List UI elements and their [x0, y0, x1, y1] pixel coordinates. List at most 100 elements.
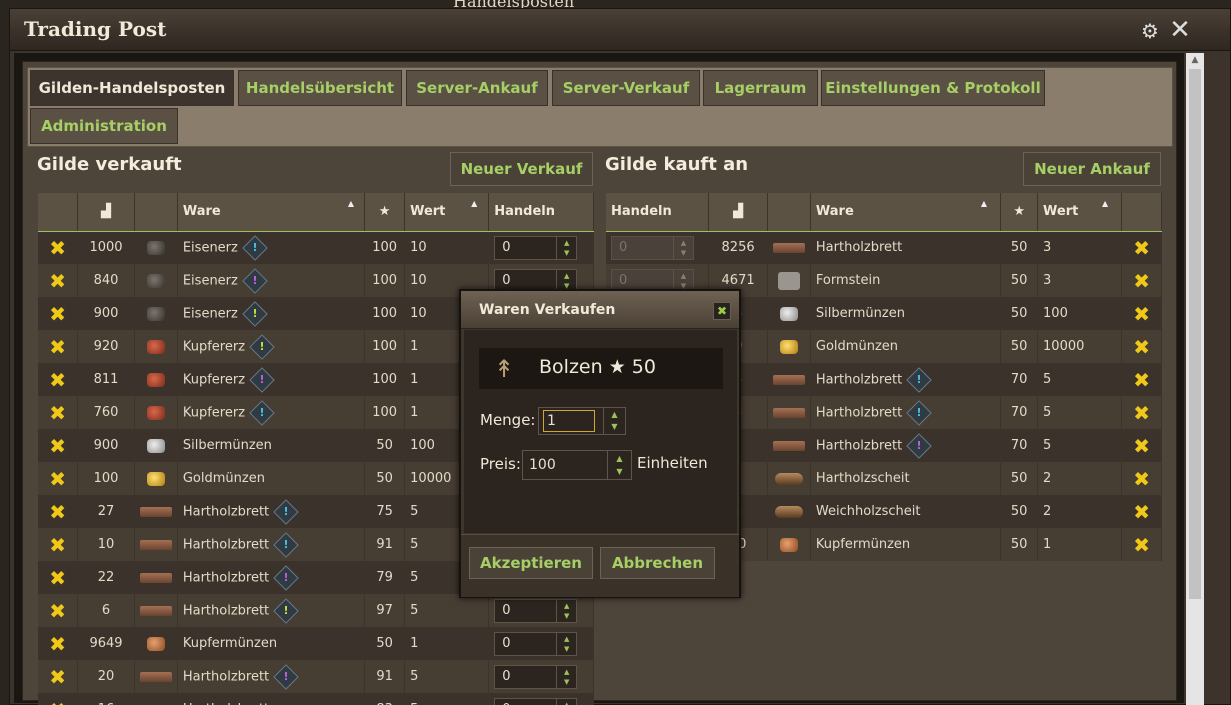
- remove-cell[interactable]: ✖: [38, 660, 79, 693]
- price-stepper[interactable]: 100 ▲ ▼: [522, 450, 632, 480]
- remove-x-icon[interactable]: ✖: [1127, 269, 1156, 293]
- trade-input[interactable]: 0: [619, 240, 627, 255]
- trade-stepper[interactable]: 0 ▲▼: [494, 697, 578, 705]
- remove-cell[interactable]: ✖: [38, 528, 79, 561]
- remove-x-icon[interactable]: ✖: [43, 500, 72, 524]
- remove-cell[interactable]: ✖: [38, 495, 79, 528]
- remove-x-icon[interactable]: ✖: [1127, 368, 1156, 392]
- trade-input[interactable]: 0: [502, 273, 510, 288]
- settings-icon[interactable]: ⚙: [1138, 19, 1162, 43]
- col-qty[interactable]: ▟: [77, 193, 135, 232]
- tab-server-ankauf[interactable]: Server-Ankauf: [406, 70, 548, 106]
- tab-administration[interactable]: Administration: [30, 108, 178, 144]
- remove-cell[interactable]: ✖: [38, 462, 79, 495]
- col-qty[interactable]: ▟: [708, 193, 768, 232]
- remove-x-icon[interactable]: ✖: [43, 368, 72, 392]
- col-wert[interactable]: Wert ▲: [1037, 193, 1123, 232]
- scroll-up-icon[interactable]: ▲: [1186, 55, 1204, 67]
- tab-einstellungen-protokoll[interactable]: Einstellungen & Protokoll: [821, 70, 1045, 106]
- remove-x-icon[interactable]: ✖: [1127, 533, 1156, 557]
- remove-x-icon[interactable]: ✖: [1127, 500, 1156, 524]
- trade-input[interactable]: 0: [502, 702, 510, 705]
- trade-input[interactable]: 0: [502, 636, 510, 651]
- remove-cell[interactable]: ✖: [1121, 363, 1162, 396]
- remove-x-icon[interactable]: ✖: [43, 302, 72, 326]
- remove-x-icon[interactable]: ✖: [43, 236, 72, 260]
- remove-x-icon[interactable]: ✖: [43, 698, 72, 705]
- close-icon[interactable]: ✕: [1168, 17, 1192, 43]
- col-wert[interactable]: Wert ▲: [404, 193, 490, 232]
- trade-input[interactable]: 0: [502, 603, 510, 618]
- stepper-arrows-icon[interactable]: ▲▼: [556, 665, 576, 688]
- quantity-stepper[interactable]: 1 ▲ ▼: [538, 407, 626, 435]
- stepper-arrows-icon[interactable]: ▲▼: [673, 236, 693, 259]
- remove-cell[interactable]: ✖: [1121, 231, 1162, 264]
- price-input[interactable]: 100: [529, 457, 556, 473]
- remove-cell[interactable]: ✖: [38, 231, 79, 264]
- quantity-input[interactable]: 1: [543, 410, 595, 432]
- remove-cell[interactable]: ✖: [1121, 396, 1162, 429]
- remove-cell[interactable]: ✖: [38, 330, 79, 363]
- remove-x-icon[interactable]: ✖: [1127, 236, 1156, 260]
- accept-button[interactable]: Akzeptieren: [469, 547, 593, 579]
- remove-x-icon[interactable]: ✖: [1127, 434, 1156, 458]
- remove-x-icon[interactable]: ✖: [43, 665, 72, 689]
- new-buy-button[interactable]: Neuer Ankauf: [1023, 152, 1161, 186]
- remove-cell[interactable]: ✖: [38, 429, 79, 462]
- remove-x-icon[interactable]: ✖: [43, 599, 72, 623]
- scrollbar-thumb[interactable]: [1189, 69, 1201, 599]
- remove-x-icon[interactable]: ✖: [43, 335, 72, 359]
- trade-input[interactable]: 0: [502, 669, 510, 684]
- trade-input[interactable]: 0: [619, 273, 627, 288]
- col-stars[interactable]: ★: [364, 193, 406, 232]
- stepper-arrows-icon[interactable]: ▲▼: [556, 632, 576, 655]
- trade-stepper[interactable]: 0 ▲▼: [611, 235, 694, 260]
- scrollbar[interactable]: ▲: [1186, 53, 1204, 705]
- trade-input[interactable]: 0: [502, 240, 510, 255]
- tab-gilden-handelsposten[interactable]: Gilden-Handelsposten: [30, 70, 234, 106]
- stepper-arrows-icon[interactable]: ▲▼: [556, 599, 576, 622]
- stepper-arrows-icon[interactable]: ▲▼: [556, 698, 576, 705]
- trade-stepper[interactable]: 0 ▲▼: [494, 235, 578, 260]
- tab-server-verkauf[interactable]: Server-Verkauf: [552, 70, 700, 106]
- cancel-button[interactable]: Abbrechen: [600, 547, 715, 579]
- remove-cell[interactable]: ✖: [1121, 330, 1162, 363]
- remove-x-icon[interactable]: ✖: [1127, 335, 1156, 359]
- remove-cell[interactable]: ✖: [38, 396, 79, 429]
- trade-stepper[interactable]: 0 ▲▼: [494, 664, 578, 689]
- remove-cell[interactable]: ✖: [38, 561, 79, 594]
- remove-x-icon[interactable]: ✖: [43, 434, 72, 458]
- remove-cell[interactable]: ✖: [38, 264, 79, 297]
- remove-cell[interactable]: ✖: [1121, 264, 1162, 297]
- stepper-arrows-icon[interactable]: ▲▼: [556, 236, 576, 259]
- remove-x-icon[interactable]: ✖: [43, 269, 72, 293]
- remove-x-icon[interactable]: ✖: [43, 467, 72, 491]
- close-icon[interactable]: ✖: [713, 302, 731, 320]
- trade-stepper[interactable]: 0 ▲▼: [494, 631, 578, 656]
- stepper-arrows-icon[interactable]: ▲▼: [607, 451, 631, 479]
- remove-x-icon[interactable]: ✖: [43, 533, 72, 557]
- remove-x-icon[interactable]: ✖: [1127, 302, 1156, 326]
- col-ware[interactable]: Ware ▲: [177, 193, 366, 232]
- tab-handelsuebersicht[interactable]: Handelsübersicht: [238, 70, 402, 106]
- remove-cell[interactable]: ✖: [38, 627, 79, 660]
- remove-cell[interactable]: ✖: [38, 594, 79, 627]
- remove-cell[interactable]: ✖: [1121, 462, 1162, 495]
- col-ware[interactable]: Ware ▲: [810, 193, 1002, 232]
- new-sell-button[interactable]: Neuer Verkauf: [450, 152, 593, 186]
- remove-cell[interactable]: ✖: [38, 363, 79, 396]
- remove-x-icon[interactable]: ✖: [43, 566, 72, 590]
- remove-x-icon[interactable]: ✖: [1127, 401, 1156, 425]
- remove-x-icon[interactable]: ✖: [1127, 467, 1156, 491]
- remove-x-icon[interactable]: ✖: [43, 401, 72, 425]
- col-stars[interactable]: ★: [1000, 193, 1039, 232]
- remove-cell[interactable]: ✖: [38, 297, 79, 330]
- stepper-arrows-icon[interactable]: ▲▼: [603, 408, 625, 434]
- remove-x-icon[interactable]: ✖: [43, 632, 72, 656]
- tab-lagerraum[interactable]: Lagerraum: [703, 70, 818, 106]
- remove-cell[interactable]: ✖: [1121, 429, 1162, 462]
- remove-cell[interactable]: ✖: [1121, 297, 1162, 330]
- trade-stepper[interactable]: 0 ▲▼: [494, 598, 578, 623]
- remove-cell[interactable]: ✖: [1121, 528, 1162, 561]
- remove-cell[interactable]: ✖: [1121, 495, 1162, 528]
